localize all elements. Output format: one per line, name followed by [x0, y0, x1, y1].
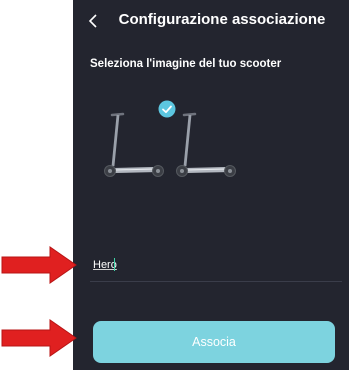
chevron-left-icon: [88, 14, 97, 28]
annotation-arrow-icon: [1, 319, 77, 357]
scooter-image: [176, 112, 236, 177]
selected-check-icon: [158, 100, 176, 118]
scooter-option-2[interactable]: [173, 104, 245, 186]
scooter-selection-prompt: Seleziona l'imagine del tuo scooter: [90, 58, 282, 70]
annotation-arrow-icon: [1, 246, 77, 284]
app-screen: Configurazione associazione Seleziona l'…: [73, 0, 349, 370]
screenshot-stage: Configurazione associazione Seleziona l'…: [0, 0, 349, 370]
header-bar: Configurazione associazione: [73, 0, 349, 44]
scooter-name-field[interactable]: Hero: [90, 252, 342, 282]
associate-button[interactable]: Associa: [93, 321, 335, 363]
text-caret: [114, 258, 115, 271]
page-title: Configurazione associazione: [118, 11, 326, 28]
back-button[interactable]: [81, 8, 105, 34]
